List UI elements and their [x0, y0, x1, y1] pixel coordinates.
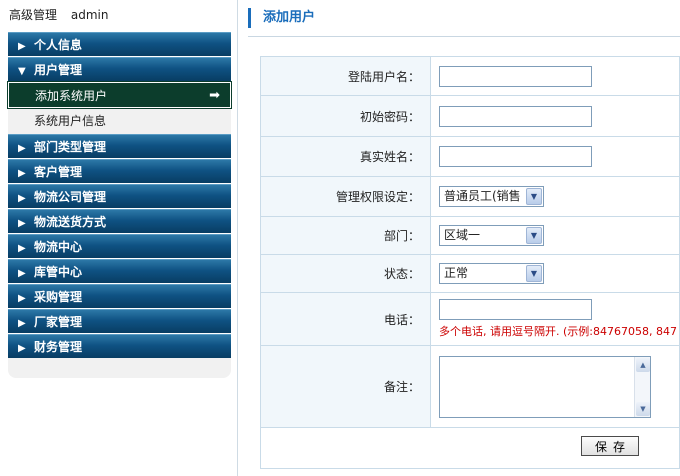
realname-label: 真实姓名： [261, 137, 431, 176]
scroll-up-icon[interactable]: ▲ [636, 357, 650, 372]
sidebar-item-user-management[interactable]: ▼ 用户管理 [8, 57, 231, 81]
sidebar-item-label: 客户管理 [34, 165, 83, 179]
form-row-permission: 管理权限设定： 普通员工(销售 ▼ [261, 177, 679, 217]
department-select[interactable]: 区域一 ▼ [439, 225, 544, 246]
form-row-realname: 真实姓名： [261, 137, 679, 177]
sidebar-item-label: 厂家管理 [34, 315, 83, 329]
permission-select-value: 普通员工(销售 [444, 189, 521, 203]
page-title: 添加用户 [248, 8, 315, 28]
form-actions: 保存 [261, 428, 679, 468]
sidebar-menu: ▶ 个人信息 ▼ 用户管理 添加系统用户 ➡ 系统用户信息 ▶ 部门类型管理 ▶ 客户管… [7, 32, 232, 378]
sidebar: 高级管理 admin ▶ 个人信息 ▼ 用户管理 添加系统用户 ➡ 系统用户信息 ▶… [0, 0, 236, 476]
real-name-input[interactable] [439, 146, 592, 167]
department-select-value: 区域一 [444, 228, 481, 242]
status-label: 状态： [261, 255, 431, 292]
status-select-value: 正常 [444, 266, 469, 280]
sidebar-item-logistics-companies[interactable]: ▶ 物流公司管理 [8, 184, 231, 208]
form-row-status: 状态： 正常 ▼ [261, 255, 679, 293]
phone-label: 电话： [261, 293, 431, 345]
vertical-divider [237, 0, 238, 476]
arrow-right-icon: ➡ [209, 88, 220, 103]
sidebar-item-label: 库管中心 [34, 265, 83, 279]
chevron-down-icon: ▼ [526, 265, 542, 282]
sidebar-subitem-add-system-user[interactable]: 添加系统用户 ➡ [7, 81, 232, 109]
sidebar-item-label: 采购管理 [34, 290, 83, 304]
username: admin [70, 8, 109, 22]
chevron-down-icon: ▼ [526, 227, 542, 244]
sidebar-item-personal-info[interactable]: ▶ 个人信息 [8, 32, 231, 56]
sidebar-item-purchasing[interactable]: ▶ 采购管理 [8, 284, 231, 308]
sidebar-item-delivery-methods[interactable]: ▶ 物流送货方式 [8, 209, 231, 233]
form-row-phone: 电话： 多个电话, 请用逗号隔开. (示例:84767058, 847 [261, 293, 679, 346]
sidebar-menu-footer [8, 358, 231, 378]
form-row-remark: 备注： ▲ ▼ [261, 346, 679, 428]
expand-triangle-icon: ▶ [18, 293, 26, 304]
textarea-scrollbar[interactable]: ▲ ▼ [634, 356, 650, 417]
expand-triangle-icon: ▶ [18, 343, 26, 354]
sidebar-item-label: 物流中心 [34, 240, 83, 254]
login-label: 登陆用户名： [261, 57, 431, 95]
collapse-triangle-icon: ▼ [18, 66, 26, 77]
add-user-form: 登陆用户名： 初始密码： 真实姓名： 管理权限设定： 普通员工(销售 ▼ 部门： [260, 56, 680, 469]
expand-triangle-icon: ▶ [18, 168, 26, 179]
sidebar-subitem-system-user-info[interactable]: 系统用户信息 [8, 108, 231, 134]
form-row-password: 初始密码： [261, 96, 679, 137]
sidebar-item-label: 系统用户信息 [34, 114, 107, 128]
sidebar-item-customer-management[interactable]: ▶ 客户管理 [8, 159, 231, 183]
initial-password-input[interactable] [439, 105, 592, 127]
status-select[interactable]: 正常 ▼ [439, 263, 544, 284]
expand-triangle-icon: ▶ [18, 218, 26, 229]
sidebar-item-label: 部门类型管理 [34, 140, 107, 154]
sidebar-item-label: 物流送货方式 [34, 215, 107, 229]
chevron-down-icon: ▼ [526, 188, 542, 205]
save-button[interactable]: 保存 [581, 436, 639, 456]
expand-triangle-icon: ▶ [18, 41, 26, 52]
expand-triangle-icon: ▶ [18, 193, 26, 204]
user-bar: 高级管理 admin [9, 6, 108, 23]
phone-hint: 多个电话, 请用逗号隔开. (示例:84767058, 847 [439, 325, 677, 338]
form-row-department: 部门： 区域一 ▼ [261, 217, 679, 255]
sidebar-item-label: 个人信息 [34, 38, 83, 52]
sidebar-item-logistics-center[interactable]: ▶ 物流中心 [8, 234, 231, 258]
expand-triangle-icon: ▶ [18, 143, 26, 154]
title-divider [248, 36, 680, 37]
user-role: 高级管理 [9, 8, 58, 22]
form-row-login: 登陆用户名： [261, 57, 679, 96]
password-label: 初始密码： [261, 96, 431, 136]
expand-triangle-icon: ▶ [18, 243, 26, 254]
login-username-input[interactable] [439, 65, 592, 87]
expand-triangle-icon: ▶ [18, 318, 26, 329]
scroll-down-icon[interactable]: ▼ [636, 401, 650, 416]
sidebar-item-department-types[interactable]: ▶ 部门类型管理 [8, 134, 231, 158]
sidebar-item-label: 财务管理 [34, 340, 83, 354]
expand-triangle-icon: ▶ [18, 268, 26, 279]
phone-input[interactable] [439, 299, 592, 320]
permission-select[interactable]: 普通员工(销售 ▼ [439, 186, 544, 207]
sidebar-item-label: 用户管理 [34, 63, 83, 77]
remark-textarea[interactable] [439, 355, 651, 418]
remark-textarea-wrapper: ▲ ▼ [439, 355, 651, 418]
main-content: 添加用户 登陆用户名： 初始密码： 真实姓名： 管理权限设定： 普通员工(销售 … [248, 0, 680, 476]
permission-label: 管理权限设定： [261, 177, 431, 216]
department-label: 部门： [261, 217, 431, 254]
sidebar-item-label: 物流公司管理 [34, 190, 107, 204]
sidebar-item-finance[interactable]: ▶ 财务管理 [8, 334, 231, 358]
sidebar-item-manufacturers[interactable]: ▶ 厂家管理 [8, 309, 231, 333]
remark-label: 备注： [261, 346, 431, 427]
sidebar-item-label: 添加系统用户 [35, 89, 108, 103]
sidebar-item-warehouse-center[interactable]: ▶ 库管中心 [8, 259, 231, 283]
